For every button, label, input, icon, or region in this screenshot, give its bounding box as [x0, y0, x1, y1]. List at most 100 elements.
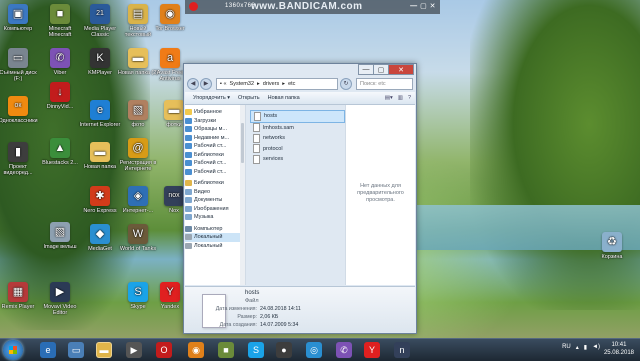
file-item[interactable]: services — [250, 154, 345, 165]
desktop-shortcut[interactable]: ▲ Bluestacks 2... — [38, 138, 82, 166]
desktop-shortcut[interactable]: @ Регистрация в Интернете — [116, 138, 160, 172]
organize-button[interactable]: Упорядочить ▾ — [193, 95, 230, 101]
yandex-taskbar-icon[interactable]: Y — [364, 342, 380, 358]
nav-computer-header[interactable]: Компьютер — [185, 225, 245, 234]
details-file-type: Файл — [245, 298, 259, 304]
folder-taskbar-icon[interactable]: ▬ — [96, 342, 112, 358]
ie-taskbar-icon[interactable]: e — [40, 342, 56, 358]
file-item[interactable]: lmhosts.sam — [250, 123, 345, 134]
desktop-shortcut-label: Корзина — [601, 254, 623, 260]
preview-pane-icon[interactable]: ▥ — [398, 95, 403, 101]
desktop-shortcut[interactable]: ▭ Съёмный диск (F:) — [0, 48, 40, 82]
clock-date: 25.08.2018 — [603, 349, 634, 356]
folder-icon: ▬ — [164, 100, 184, 120]
breadcrumb-separator-icon: ▸ — [257, 80, 260, 87]
forward-arrow-icon[interactable]: ▶ — [200, 77, 212, 90]
volume-icon[interactable]: ◄) — [592, 344, 600, 351]
start-button[interactable] — [3, 340, 23, 360]
internet-icon: ◈ — [128, 186, 148, 206]
file-item[interactable]: hosts — [250, 110, 345, 123]
nav-favorites-header[interactable]: Избранное — [185, 108, 245, 117]
nav-item-label: Образцы м... — [194, 126, 228, 133]
file-icon — [253, 133, 260, 143]
details-modified: Дата изменения: 24.08.2018 14:11 — [215, 306, 301, 312]
nav-item-drive[interactable]: Локальный — [185, 233, 245, 242]
nav-item-library[interactable]: Видео — [185, 188, 245, 197]
nav-item-favorite[interactable]: Рабочий ст... — [185, 159, 245, 168]
nav-item-favorite[interactable]: Загрузки — [185, 117, 245, 126]
drive-icon — [185, 242, 192, 249]
nav-item-favorite[interactable]: Недавние м... — [185, 134, 245, 143]
nav-item-library[interactable]: Изображения — [185, 205, 245, 214]
file-item[interactable]: networks — [250, 133, 345, 144]
nav-item-drive[interactable]: Локальный — [185, 242, 245, 251]
recorder-taskbar-icon[interactable]: ● — [276, 342, 292, 358]
desktop-shortcut-label: DinnyVid... — [46, 104, 74, 110]
nox-icon: nox — [164, 186, 184, 206]
media-taskbar-icon[interactable]: ▶ — [126, 342, 142, 358]
folder-icon — [185, 160, 192, 167]
desktop-shortcut[interactable]: ▶ Movavi Video Editor — [38, 282, 82, 316]
explorer-taskbar-icon[interactable]: ▭ — [68, 342, 84, 358]
desktop-shortcut[interactable]: ✆ Viber — [38, 48, 82, 76]
yandex-icon: Y — [160, 282, 180, 302]
desktop-shortcut[interactable]: ▣ Компьютер — [0, 4, 40, 32]
nav-scrollbar[interactable] — [240, 105, 245, 285]
system-tray: RU ▴ ▮ ◄) — [562, 344, 600, 351]
tor-browser-icon: ◉ — [160, 4, 180, 24]
viber-taskbar-icon[interactable]: ✆ — [336, 342, 352, 358]
tor-taskbar-icon[interactable]: ◉ — [188, 342, 204, 358]
desktop-shortcut[interactable]: ▮ Проект видеоред... — [0, 142, 40, 176]
chrome-taskbar-icon[interactable]: ◎ — [306, 342, 322, 358]
nav-item-favorite[interactable]: Библиотеки — [185, 151, 245, 160]
file-item[interactable]: protocol — [250, 144, 345, 155]
nav-item-library[interactable]: Документы — [185, 196, 245, 205]
desktop-shortcut[interactable]: ■ Minecraft Minecraft — [38, 4, 82, 38]
network-icon[interactable]: ▮ — [584, 344, 587, 351]
nav-item-library[interactable]: Музыка — [185, 213, 245, 222]
desktop-shortcut[interactable]: ▦ Remix Player — [0, 282, 40, 310]
back-arrow-icon[interactable]: ◀ — [187, 77, 199, 90]
window-titlebar[interactable]: — ▢ ✕ — [184, 64, 416, 75]
nav-item-label: Библиотеки — [194, 151, 224, 158]
breadcrumb-etc[interactable]: etc — [288, 81, 295, 87]
close-button[interactable]: ✕ — [388, 64, 414, 75]
nav-item-favorite[interactable]: Рабочий ст... — [185, 168, 245, 177]
refresh-icon[interactable]: ↻ — [340, 77, 352, 90]
address-bar[interactable]: ▪ « System32 ▸ drivers ▸ etc — [216, 77, 338, 90]
clock[interactable]: 10:41 25.08.2018 — [604, 342, 634, 357]
help-icon[interactable]: ? — [408, 95, 411, 101]
nox-taskbar-icon[interactable]: n — [394, 342, 410, 358]
minimize-button[interactable]: — — [358, 64, 374, 75]
maximize-button[interactable]: ▢ — [373, 64, 389, 75]
scrollbar-thumb[interactable] — [241, 123, 244, 163]
tray-arrow-icon[interactable]: ▴ — [576, 344, 579, 351]
desktop-shortcut[interactable]: W World of Tanks — [116, 224, 160, 252]
folder-icon: ▬ — [128, 48, 148, 68]
new-folder-button[interactable]: Новая папка — [268, 95, 300, 101]
view-options-icon[interactable]: ▤▾ — [385, 95, 393, 101]
nav-libraries-header[interactable]: Библиотеки — [185, 179, 245, 188]
skype-taskbar-icon[interactable]: S — [248, 342, 264, 358]
search-input[interactable]: Поиск: etc — [356, 77, 413, 90]
file-icon — [253, 154, 260, 164]
desktop-shortcut[interactable]: ок Одноклассники — [0, 96, 40, 124]
recorder-controls[interactable]: — ▢ ✕ — [410, 2, 436, 10]
desktop-shortcut[interactable]: ▧ Image вельш — [38, 222, 82, 250]
skype-icon: S — [128, 282, 148, 302]
wallpaper-trees-right — [470, 0, 640, 310]
folder-icon — [185, 225, 192, 232]
nav-item-favorite[interactable]: Образцы м... — [185, 125, 245, 134]
breadcrumb-system32[interactable]: System32 — [230, 81, 254, 87]
breadcrumb-drivers[interactable]: drivers — [263, 81, 280, 87]
language-indicator[interactable]: RU — [562, 344, 571, 351]
desktop-shortcut[interactable]: ↓ DinnyVid... — [38, 82, 82, 110]
details-created: Дата создания: 14.07.2009 5:34 — [219, 322, 299, 328]
nav-item-favorite[interactable]: Рабочий ст... — [185, 142, 245, 151]
address-bar-row: ◀ ▶ ▪ « System32 ▸ drivers ▸ etc ↻ Поиск… — [187, 77, 413, 90]
desktop-shortcut[interactable]: ♻ Корзина — [590, 232, 634, 260]
folder-icon — [185, 168, 192, 175]
opera-taskbar-icon[interactable]: O — [156, 342, 172, 358]
minecraft-taskbar-icon[interactable]: ■ — [218, 342, 234, 358]
open-button[interactable]: Открыть — [238, 95, 260, 101]
